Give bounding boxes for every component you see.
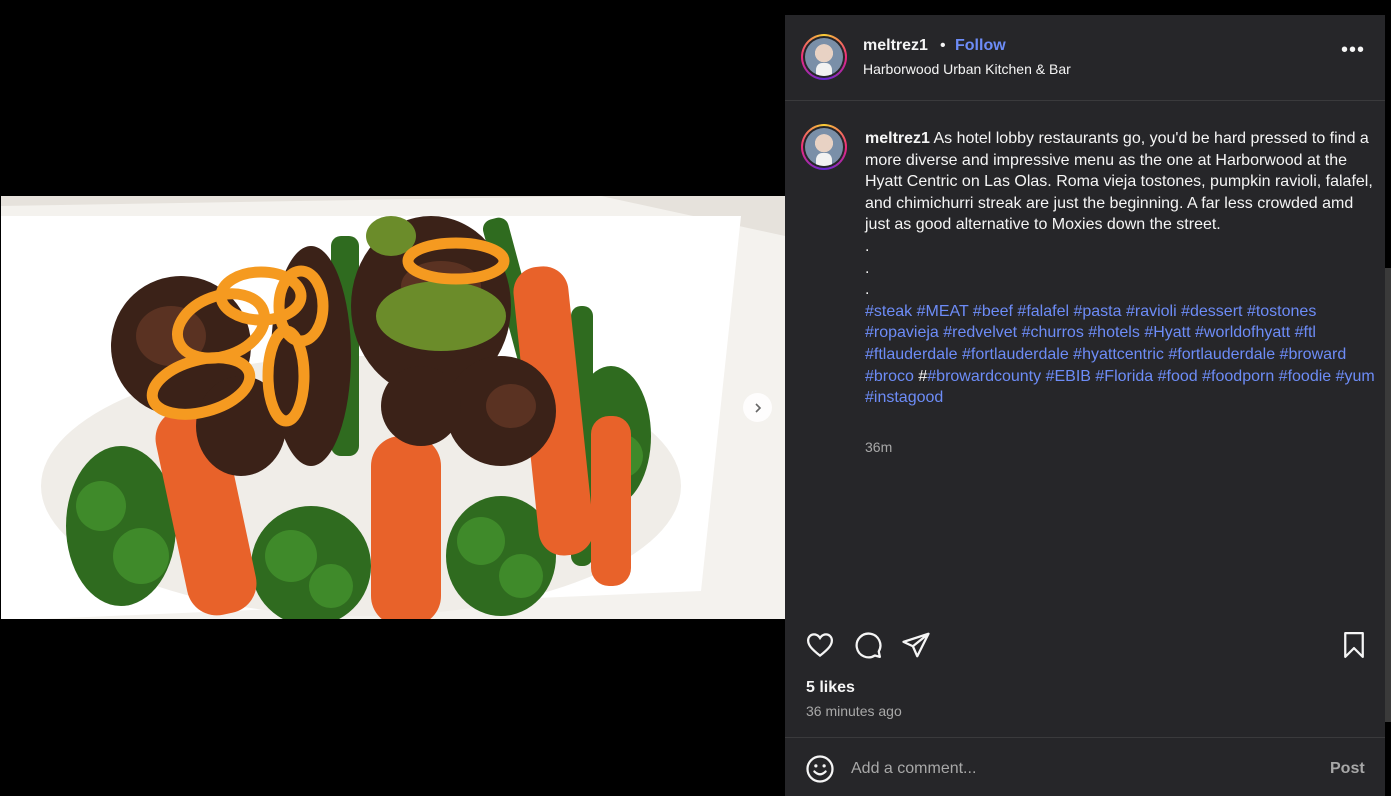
hashtag-link[interactable]: #redvelvet — [943, 324, 1017, 341]
hashtag-link[interactable]: #broco — [865, 368, 914, 385]
caption-dot: . — [865, 237, 870, 255]
location-link[interactable]: Harborwood Urban Kitchen & Bar — [863, 61, 1071, 77]
hashtag-link[interactable]: #pasta — [1073, 303, 1121, 320]
caption-username[interactable]: meltrez1 — [865, 130, 930, 147]
post-photo[interactable] — [1, 196, 785, 619]
hashtag-link[interactable]: #foodporn — [1202, 368, 1274, 385]
emoji-icon[interactable] — [805, 754, 835, 784]
hashtag-link[interactable]: #ropavieja — [865, 324, 939, 341]
post-time: 36 minutes ago — [806, 703, 902, 719]
hashtag-link[interactable]: #hyattcentric — [1073, 346, 1164, 363]
hashtag-link[interactable]: #hotels — [1088, 324, 1140, 341]
comment-input[interactable] — [851, 754, 1291, 784]
hashtag-link[interactable]: #steak — [865, 303, 912, 320]
hashtag-link[interactable]: #fortlauderdale — [962, 346, 1069, 363]
hashtag-link[interactable]: # — [918, 368, 927, 385]
heart-icon[interactable] — [805, 630, 835, 660]
post-details-panel: meltrez1 • Follow Harborwood Urban Kitch… — [785, 15, 1385, 796]
chevron-right-icon — [754, 402, 761, 413]
hashtag-link[interactable]: #EBIB — [1046, 368, 1091, 385]
hashtag-link[interactable]: #browardcounty — [927, 368, 1041, 385]
hashtag-link[interactable]: #yum — [1336, 368, 1375, 385]
hashtag-link[interactable]: #foodie — [1279, 368, 1332, 385]
caption-author-avatar[interactable] — [801, 124, 847, 170]
hashtag-link[interactable]: #MEAT — [917, 303, 969, 320]
hashtag-list: #steak #MEAT #beef #falafel #pasta #ravi… — [865, 301, 1375, 409]
follow-button[interactable]: Follow — [955, 37, 1006, 55]
hashtag-link[interactable]: #ftl — [1295, 324, 1316, 341]
comment-icon[interactable] — [853, 630, 883, 660]
caption-dot: . — [865, 259, 870, 277]
media-area — [0, 0, 785, 796]
author-username[interactable]: meltrez1 — [863, 37, 928, 55]
hashtag-link[interactable]: #falafel — [1017, 303, 1069, 320]
hashtag-link[interactable]: #tostones — [1247, 303, 1316, 320]
hashtag-link[interactable]: #ravioli — [1126, 303, 1177, 320]
hashtag-link[interactable]: #Hyatt — [1144, 324, 1190, 341]
hashtag-link[interactable]: #churros — [1022, 324, 1084, 341]
post-caption: meltrez1 As hotel lobby restaurants go, … — [865, 128, 1375, 409]
hashtag-link[interactable]: #dessert — [1181, 303, 1242, 320]
action-bar — [785, 625, 1385, 665]
bookmark-icon[interactable] — [1339, 630, 1369, 660]
caption-text: As hotel lobby restaurants go, you'd be … — [865, 130, 1373, 234]
hashtag-link[interactable]: #beef — [973, 303, 1013, 320]
post-comment-button[interactable]: Post — [1330, 760, 1365, 778]
background-window-edge — [1385, 268, 1391, 722]
comment-bar: Post — [785, 737, 1385, 796]
author-avatar[interactable] — [801, 34, 847, 80]
hashtag-link[interactable]: #worldofhyatt — [1195, 324, 1290, 341]
hashtag-link[interactable]: #food — [1158, 368, 1198, 385]
post-header: meltrez1 • Follow Harborwood Urban Kitch… — [785, 15, 1385, 101]
hashtag-link[interactable]: #ftlauderdale — [865, 346, 958, 363]
more-options-icon[interactable]: ••• — [1341, 40, 1365, 60]
caption-dot: . — [865, 281, 870, 299]
hashtag-link[interactable]: #broward — [1280, 346, 1347, 363]
separator-dot: • — [940, 37, 946, 54]
hashtag-link[interactable]: #Florida — [1095, 368, 1153, 385]
hashtag-link[interactable]: #fortlauderdale — [1168, 346, 1275, 363]
hashtag-link[interactable]: #instagood — [865, 389, 943, 406]
share-icon[interactable] — [901, 630, 931, 660]
carousel-next-button[interactable] — [743, 393, 772, 422]
like-count[interactable]: 5 likes — [806, 679, 855, 697]
food-photo — [1, 196, 785, 619]
caption-timestamp: 36m — [865, 439, 893, 455]
